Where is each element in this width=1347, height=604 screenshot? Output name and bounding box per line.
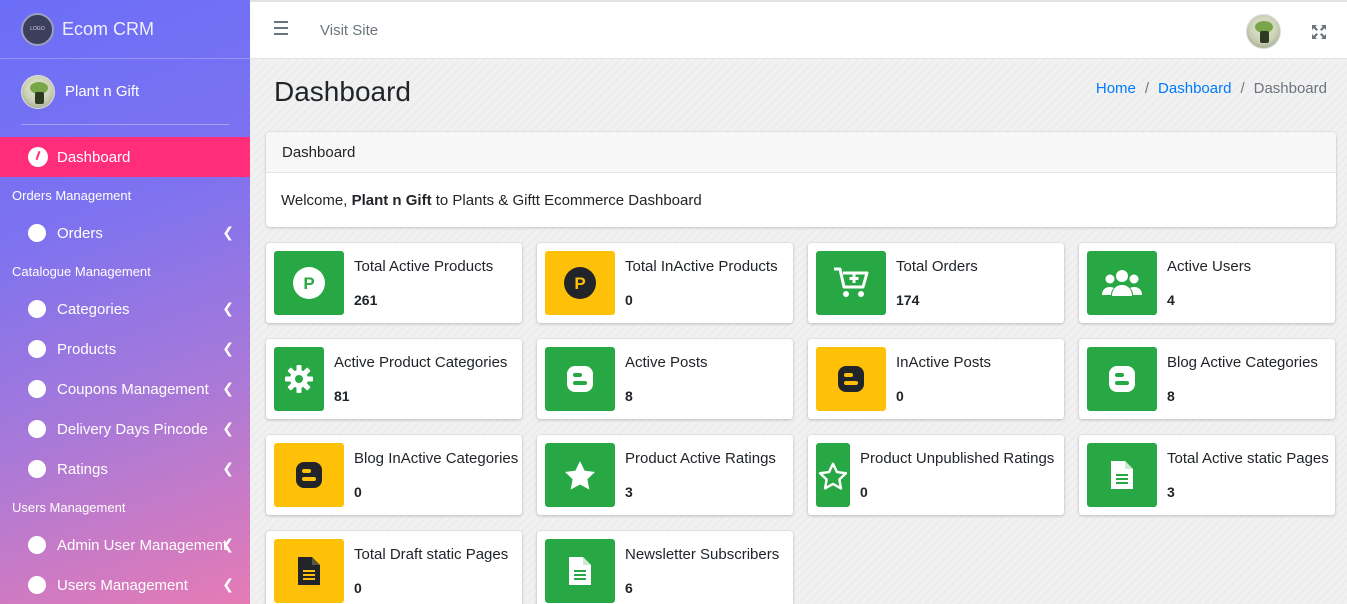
breadcrumb-home[interactable]: Home: [1096, 80, 1136, 97]
stat-box-blog-active-categories[interactable]: Blog Active Categories 8: [1079, 339, 1335, 419]
dashboard-gauge-icon: [28, 147, 48, 167]
chevron-left-icon: ❮: [222, 224, 234, 240]
chevron-left-icon: ❮: [222, 576, 234, 592]
circle-icon: [28, 224, 46, 242]
p-circle-icon: P: [274, 251, 344, 315]
sidebar-item-ratings[interactable]: Ratings ❮: [0, 449, 250, 489]
sidebar-item-categories[interactable]: Categories ❮: [0, 289, 250, 329]
chevron-left-icon: ❮: [222, 420, 234, 436]
user-name: Plant n Gift: [65, 83, 140, 100]
menu-toggle-icon[interactable]: [274, 21, 288, 39]
star-outline-icon: [816, 443, 850, 507]
brand-link[interactable]: LOGO Ecom CRM: [0, 0, 250, 59]
circle-icon: [28, 420, 46, 438]
breadcrumb-current: Dashboard: [1253, 80, 1327, 97]
sidebar-item-delivery[interactable]: Delivery Days Pincode ❮: [0, 409, 250, 449]
sidebar-item-coupons[interactable]: Coupons Management ❮: [0, 369, 250, 409]
welcome-message: Welcome, Plant n Gift to Plants & Giftt …: [281, 192, 702, 209]
gear-icon: [274, 347, 324, 411]
users-icon: [1087, 251, 1157, 315]
circle-icon: [28, 576, 46, 594]
svg-text:P: P: [303, 274, 314, 293]
chevron-left-icon: ❮: [222, 536, 234, 552]
blogger-icon: [1087, 347, 1157, 411]
circle-icon: [28, 300, 46, 318]
file-icon: [545, 539, 615, 603]
blogger-icon: [816, 347, 886, 411]
stat-box-inactive-posts[interactable]: InActive Posts 0: [808, 339, 1064, 419]
brand-logo: LOGO: [21, 12, 54, 46]
nav-header-catalogue: Catalogue Management: [12, 263, 151, 279]
circle-icon: [28, 340, 46, 358]
brand-name: Ecom CRM: [62, 18, 155, 39]
sidebar-item-products[interactable]: Products ❮: [0, 329, 250, 369]
welcome-card: Dashboard Welcome, Plant n Gift to Plant…: [266, 132, 1336, 227]
sidebar-item-users[interactable]: Users Management ❮: [0, 565, 250, 604]
user-panel[interactable]: Plant n Gift: [21, 59, 229, 125]
sidebar-nav: Dashboard Orders Management Orders ❮ Cat…: [0, 125, 250, 604]
nav-header-users: Users Management: [12, 499, 126, 515]
circle-icon: [28, 380, 46, 398]
content-area: Dashboard Home / Dashboard / Dashboard Dashb…: [250, 59, 1347, 604]
circle-icon: [28, 536, 46, 554]
breadcrumb-dashboard[interactable]: Dashboard: [1158, 80, 1231, 97]
stat-box-active-posts[interactable]: Active Posts 8: [537, 339, 793, 419]
stat-box-total-active-products[interactable]: P Total Active Products 261: [266, 243, 522, 323]
chevron-left-icon: ❮: [222, 380, 234, 396]
circle-icon: [28, 460, 46, 478]
stat-box-newsletter-subscribers[interactable]: Newsletter Subscribers 6: [537, 531, 793, 604]
cart-plus-icon: [816, 251, 886, 315]
page-title: Dashboard: [274, 76, 411, 107]
sidebar-item-orders[interactable]: Orders ❮: [0, 213, 250, 253]
blogger-icon: [274, 443, 344, 507]
chevron-left-icon: ❮: [222, 300, 234, 316]
stat-box-active-users[interactable]: Active Users 4: [1079, 243, 1335, 323]
svg-text:P: P: [574, 274, 585, 293]
stat-box-blog-inactive-categories[interactable]: Blog InActive Categories 0: [266, 435, 522, 515]
chevron-left-icon: ❮: [222, 460, 234, 476]
topbar: Visit Site: [250, 0, 1347, 59]
fullscreen-icon[interactable]: [1311, 24, 1327, 40]
sidebar-item-dashboard[interactable]: Dashboard: [0, 137, 250, 177]
stat-box-product-active-ratings[interactable]: Product Active Ratings 3: [537, 435, 793, 515]
file-icon: [274, 539, 344, 603]
chevron-left-icon: ❮: [222, 340, 234, 356]
top-user-avatar[interactable]: [1246, 14, 1281, 49]
stat-box-total-inactive-products[interactable]: P Total InActive Products 0: [537, 243, 793, 323]
breadcrumb: Home / Dashboard / Dashboard: [1095, 80, 1327, 97]
visit-site-link[interactable]: Visit Site: [320, 22, 378, 39]
stat-box-total-active-static-pages[interactable]: Total Active static Pages 3: [1079, 435, 1335, 515]
blogger-icon: [545, 347, 615, 411]
stat-box-product-unpublished-ratings[interactable]: Product Unpublished Ratings 0: [808, 435, 1064, 515]
sidebar: LOGO Ecom CRM Plant n Gift Dashboard Ord…: [0, 0, 250, 604]
p-circle-icon: P: [545, 251, 615, 315]
file-icon: [1087, 443, 1157, 507]
sidebar-item-admin-users[interactable]: Admin User Management ❮: [0, 525, 250, 565]
nav-header-orders: Orders Management: [12, 187, 132, 203]
star-icon: [545, 443, 615, 507]
stat-box-total-draft-static-pages[interactable]: Total Draft static Pages 0: [266, 531, 522, 604]
stat-box-active-product-categories[interactable]: Active Product Categories 81: [266, 339, 522, 419]
user-avatar: [21, 74, 55, 109]
welcome-card-header: Dashboard: [266, 132, 1336, 173]
stat-box-total-orders[interactable]: Total Orders 174: [808, 243, 1064, 323]
